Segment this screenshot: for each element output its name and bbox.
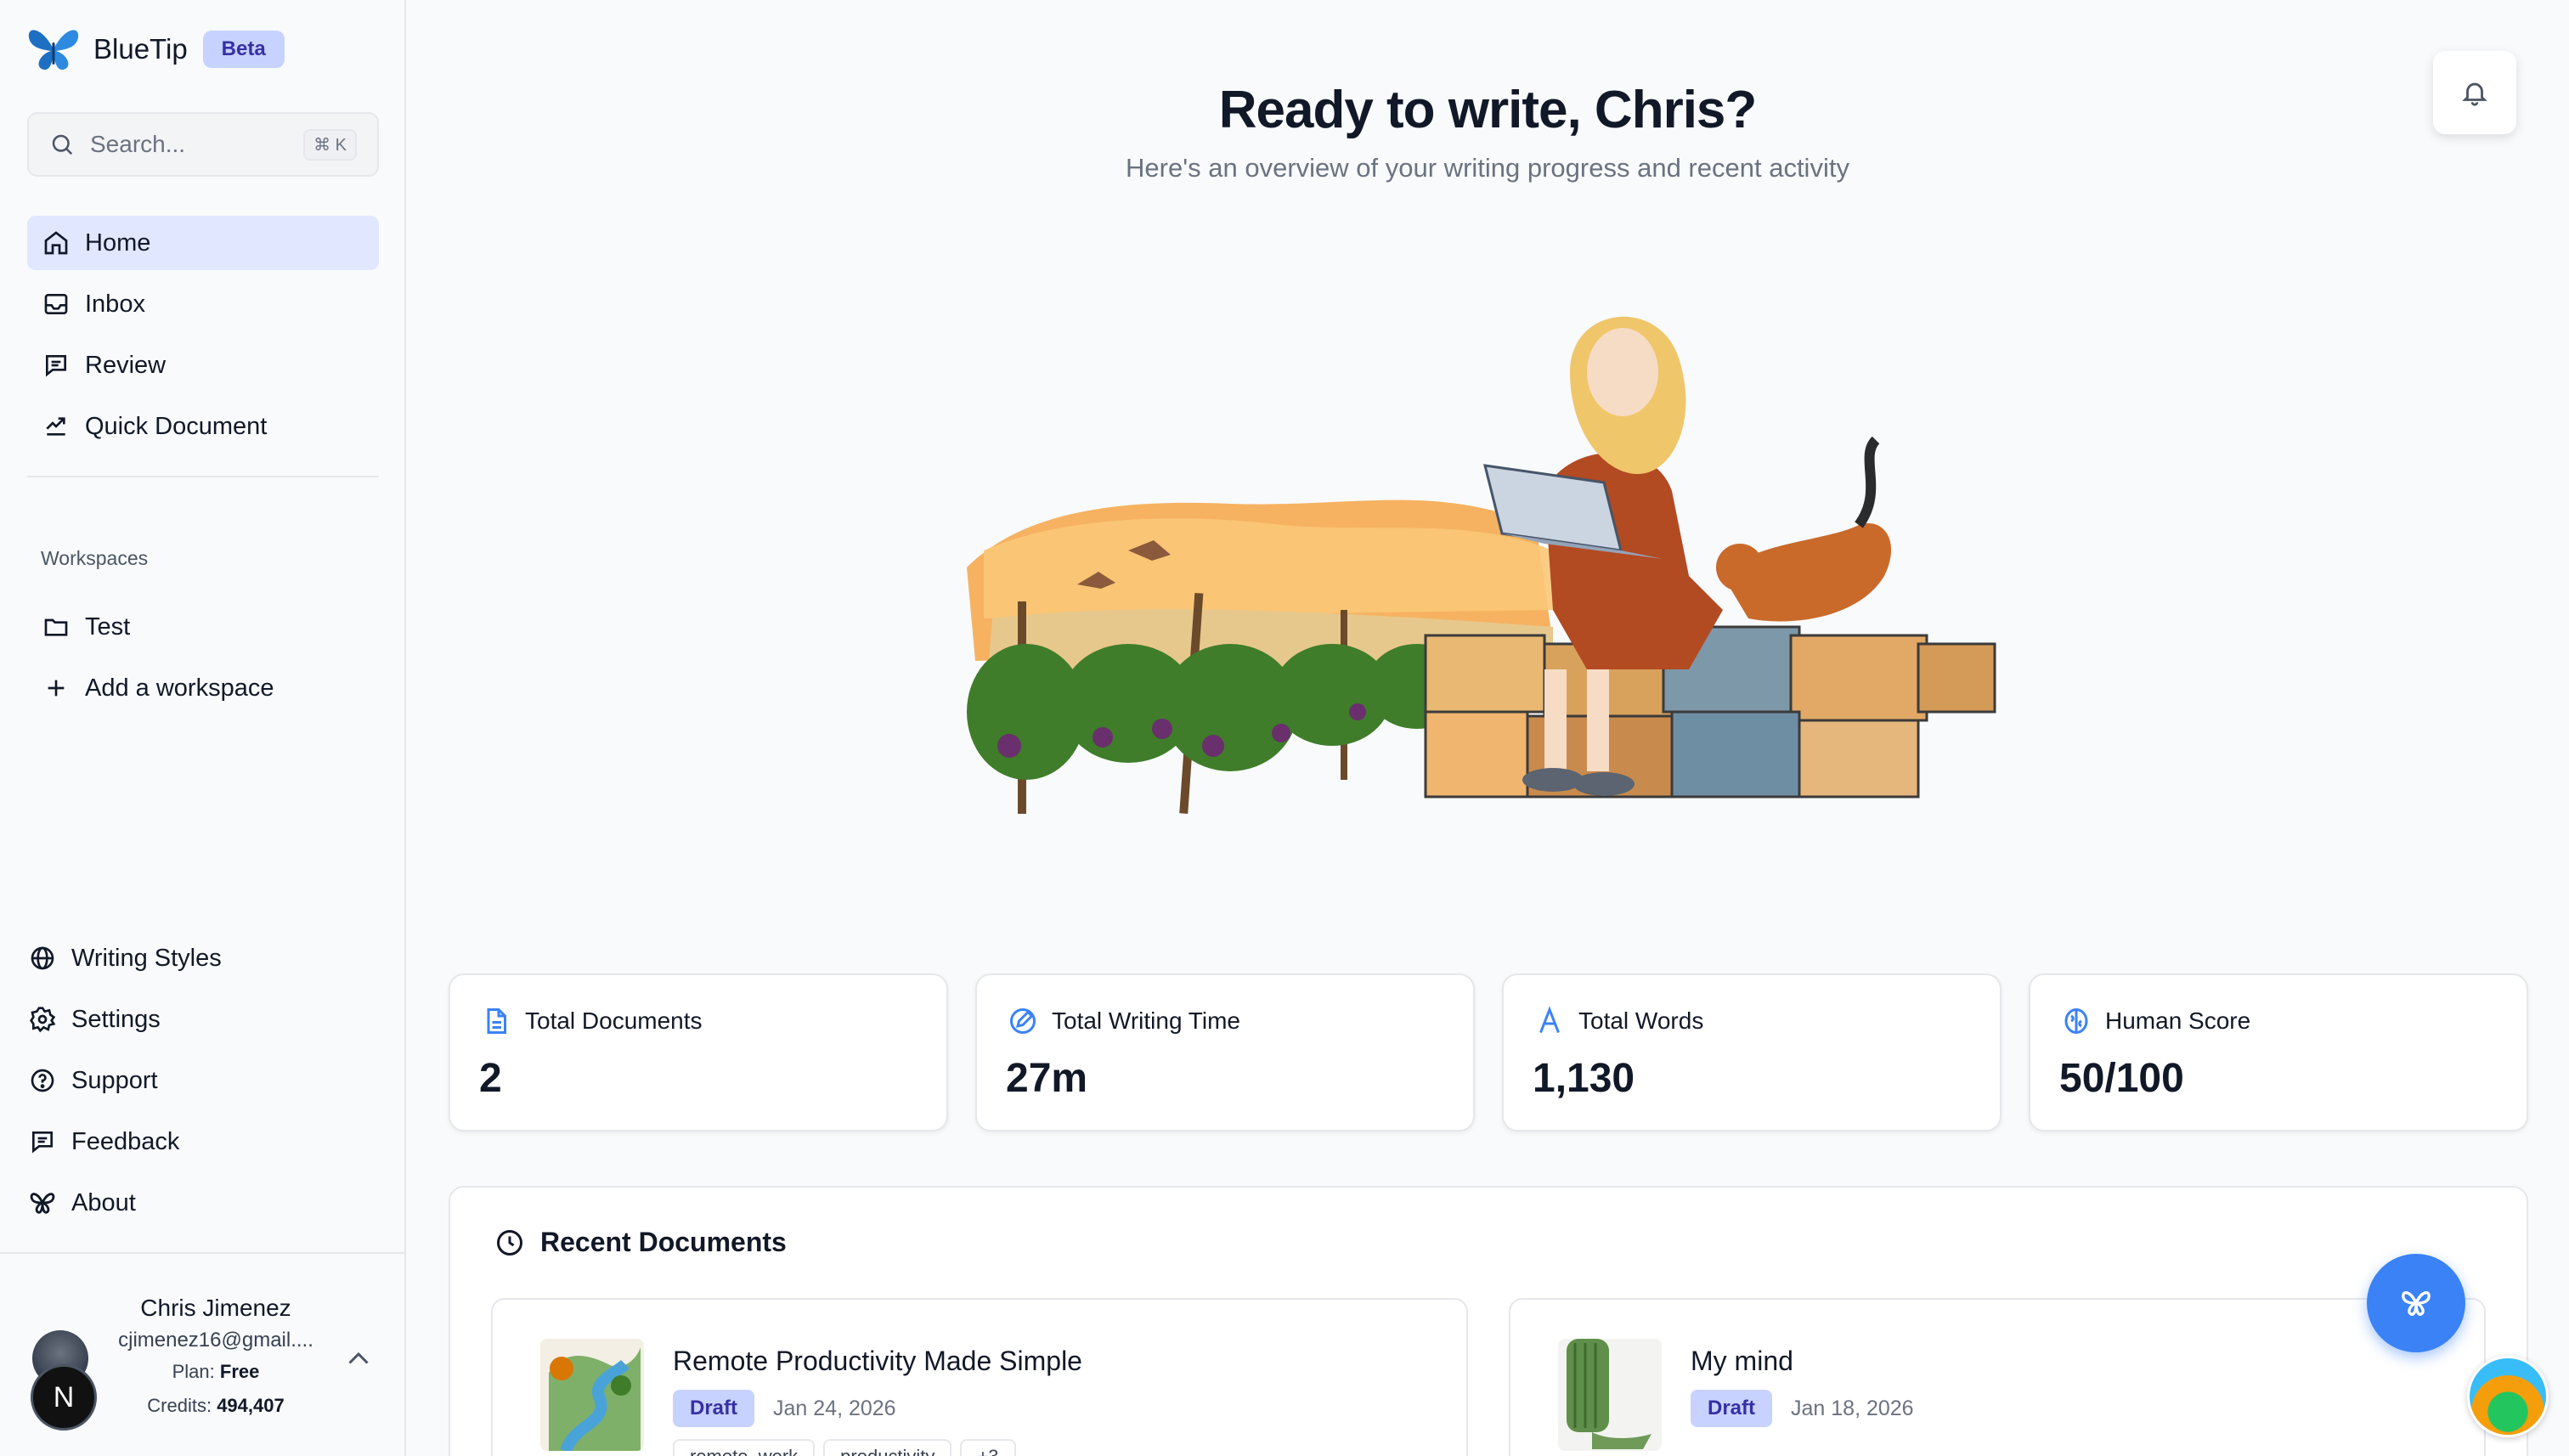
chevron-up-icon[interactable] <box>343 1344 374 1374</box>
assistant-fab-button[interactable] <box>2367 1254 2465 1352</box>
search-input[interactable]: Search... ⌘ K <box>27 112 379 177</box>
status-badge: Draft <box>673 1390 755 1427</box>
brain-icon <box>2064 1008 2088 1034</box>
stat-value: 2 <box>479 1056 502 1101</box>
pen-icon <box>1010 1008 1036 1034</box>
gear-icon <box>27 1004 58 1035</box>
sidebar: BlueTip Beta Search... ⌘ K Home Inbox Re… <box>0 0 406 1456</box>
inbox-icon <box>41 289 71 319</box>
workspaces-nav: Test Add a workspace <box>27 600 379 722</box>
clock-icon <box>497 1229 522 1256</box>
document-title: Remote Productivity Made Simple <box>673 1346 1082 1376</box>
page-title: Ready to write, Chris? <box>1218 81 1758 139</box>
nav-label: Review <box>85 351 167 379</box>
beta-badge: Beta <box>202 31 285 68</box>
search-placeholder: Search... <box>90 131 186 157</box>
brand[interactable]: BlueTip Beta <box>25 24 285 75</box>
nav-item-quick-document[interactable]: Quick Document <box>27 399 379 454</box>
stat-card-total-writing-time: Total Writing Time 27m <box>975 973 1475 1132</box>
hero-illustration <box>967 316 1996 815</box>
comment-icon <box>41 350 71 381</box>
tag-more[interactable]: +3 <box>960 1439 1016 1456</box>
nav-item-home[interactable]: Home <box>27 216 379 270</box>
page-subtitle: Here's an overview of your writing progr… <box>1126 153 1849 183</box>
user-credits: Credits: 494,407 <box>147 1395 285 1416</box>
butterfly-logo-icon <box>28 30 79 71</box>
stat-card-total-words: Total Words 1,130 <box>1502 973 2002 1132</box>
stat-value: 1,130 <box>1533 1056 1635 1101</box>
main-nav: Home Inbox Review Quick Document <box>27 216 379 460</box>
letter-a-icon <box>1539 1006 1560 1034</box>
document-date: Jan 24, 2026 <box>773 1396 896 1420</box>
document-thumbnail <box>1558 1339 1662 1451</box>
nav-item-about[interactable]: About <box>14 1176 365 1230</box>
user-plan: Plan: Free <box>172 1361 260 1382</box>
plus-icon <box>41 673 71 703</box>
quick-document-icon <box>41 411 71 442</box>
search-shortcut: ⌘ K <box>303 128 357 161</box>
nav-label: Settings <box>71 1005 161 1033</box>
stat-label: Total Documents <box>525 1007 703 1034</box>
stat-card-human-score: Human Score 50/100 <box>2029 973 2528 1132</box>
stat-value: 50/100 <box>2059 1056 2184 1101</box>
nav-item-inbox[interactable]: Inbox <box>27 277 379 331</box>
stat-label: Total Writing Time <box>1052 1007 1240 1034</box>
app-name: BlueTip <box>93 33 188 65</box>
nav-label: Inbox <box>85 290 145 318</box>
nav-label: About <box>71 1188 136 1216</box>
bottom-nav: Writing Styles Settings Support Feedback… <box>14 931 365 1237</box>
document-tags: remote_work productivity +3 <box>673 1439 1025 1456</box>
comment-icon <box>27 1126 58 1157</box>
nav-item-support[interactable]: Support <box>14 1053 365 1108</box>
nav-label: Support <box>71 1066 158 1094</box>
help-circle-icon <box>27 1065 58 1096</box>
stat-value: 27m <box>1006 1056 1088 1101</box>
floating-avatar[interactable] <box>2467 1356 2549 1437</box>
recent-documents-panel: Recent Documents Remote Productivity Mad… <box>449 1186 2528 1456</box>
stat-label: Human Score <box>2105 1007 2251 1034</box>
sidebar-divider <box>27 476 379 477</box>
butterfly-icon <box>2402 1291 2431 1317</box>
recent-documents-title: Recent Documents <box>540 1227 787 1257</box>
workspace-item-test[interactable]: Test <box>27 600 379 654</box>
home-icon <box>41 228 71 258</box>
nav-item-settings[interactable]: Settings <box>14 992 365 1047</box>
nav-item-writing-styles[interactable]: Writing Styles <box>14 931 365 985</box>
user-name: Chris Jimenez <box>140 1295 291 1321</box>
document-title: My mind <box>1691 1346 1793 1376</box>
document-icon <box>487 1008 506 1034</box>
folder-icon <box>41 612 71 642</box>
nav-item-feedback[interactable]: Feedback <box>14 1115 365 1169</box>
workspaces-heading: Workspaces <box>41 547 149 569</box>
workspace-label: Test <box>85 612 131 641</box>
tag[interactable]: productivity <box>823 1439 952 1456</box>
nav-label: Home <box>85 229 151 257</box>
nav-item-review[interactable]: Review <box>27 338 379 392</box>
add-workspace-button[interactable]: Add a workspace <box>27 661 379 715</box>
nav-label: Quick Document <box>85 412 268 440</box>
status-badge: Draft <box>1691 1390 1773 1427</box>
nav-label: Feedback <box>71 1127 180 1155</box>
avatar-initial: N <box>31 1364 97 1431</box>
document-thumbnail <box>540 1339 644 1451</box>
document-card[interactable]: My mind Draft Jan 18, 2026 <box>1509 1298 2486 1456</box>
globe-icon <box>27 943 58 973</box>
stat-label: Total Words <box>1578 1007 1704 1034</box>
tag[interactable]: remote_work <box>673 1439 816 1456</box>
document-card[interactable]: Remote Productivity Made Simple Draft Ja… <box>491 1298 1468 1456</box>
butterfly-icon <box>27 1188 58 1218</box>
user-profile[interactable]: N Chris Jimenez cjimenez16@gmail.... Pla… <box>0 1252 406 1456</box>
search-icon <box>52 134 73 155</box>
document-date: Jan 18, 2026 <box>1791 1396 1914 1420</box>
add-workspace-label: Add a workspace <box>85 674 274 702</box>
nav-label: Writing Styles <box>71 944 222 972</box>
user-email: cjimenez16@gmail.... <box>118 1329 313 1352</box>
stat-card-total-documents: Total Documents 2 <box>449 973 948 1132</box>
